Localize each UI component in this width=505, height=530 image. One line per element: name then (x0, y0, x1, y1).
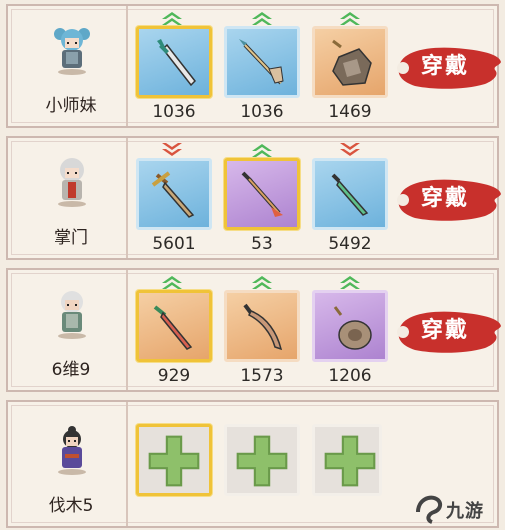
downgrade-arrow-icon (340, 143, 360, 156)
equip-slot[interactable] (136, 158, 212, 230)
equip-slot[interactable] (312, 26, 388, 98)
character-row: 掌门 5601 53 5492 穿戴 (6, 136, 501, 260)
wear-button[interactable]: 穿戴 (395, 172, 503, 226)
character-name: 6维9 (51, 360, 91, 380)
power-value: 1206 (328, 366, 372, 386)
power-value: 1573 (240, 366, 284, 386)
character-name: 伐木5 (48, 496, 94, 516)
sword-icon (157, 39, 196, 87)
character-card[interactable]: 小师妹 (16, 6, 128, 126)
equip-slot[interactable] (136, 26, 212, 98)
character-row: 小师妹 1036 1036 1469 穿戴 (6, 4, 501, 128)
power-value: 1469 (328, 102, 372, 122)
character-card[interactable]: 6维9 (16, 270, 128, 390)
power-value: 5492 (328, 234, 372, 254)
equip-slot[interactable] (312, 158, 388, 230)
power-value: 53 (251, 234, 273, 254)
character-portrait-icon (54, 28, 90, 75)
character-name: 小师妹 (45, 96, 97, 116)
power-value: 929 (157, 366, 191, 386)
character-card[interactable]: 掌门 (16, 138, 128, 258)
character-portrait-icon (58, 158, 86, 207)
upgrade-arrow-icon (340, 12, 360, 25)
plus-icon (148, 435, 200, 487)
sword-icon (331, 173, 369, 216)
character-portrait-icon (58, 291, 86, 339)
ore-pouch-icon (332, 39, 372, 86)
power-value: 1036 (240, 102, 284, 122)
empty-equip-slot[interactable] (136, 424, 212, 496)
character-row: 6维9 929 1573 1206 穿戴 (6, 268, 501, 392)
upgrade-arrow-icon (162, 12, 182, 25)
wear-button-label: 穿戴 (420, 54, 469, 79)
upgrade-arrow-icon (252, 144, 272, 157)
blade-icon (243, 303, 283, 351)
pouch-icon (333, 306, 372, 350)
plus-icon (236, 435, 288, 487)
upgrade-arrow-icon (162, 276, 182, 289)
downgrade-arrow-icon (162, 143, 182, 156)
wear-button[interactable]: 穿戴 (395, 304, 503, 358)
sword-icon (153, 305, 193, 350)
character-portrait-icon (58, 426, 86, 475)
empty-equip-slot[interactable] (224, 424, 300, 496)
character-card[interactable]: 伐木5 (16, 402, 128, 526)
watermark-text: 九游 (446, 501, 484, 522)
upgrade-arrow-icon (340, 276, 360, 289)
equip-slot[interactable] (224, 158, 300, 230)
equip-slot[interactable] (224, 26, 300, 98)
upgrade-arrow-icon (252, 276, 272, 289)
spear-icon (239, 39, 284, 85)
empty-equip-slot[interactable] (312, 424, 382, 496)
spear-icon (241, 171, 283, 217)
sword-icon (151, 171, 195, 218)
equip-slot[interactable] (312, 290, 388, 362)
equip-slot[interactable] (136, 290, 212, 362)
power-value: 1036 (152, 102, 196, 122)
upgrade-arrow-icon (252, 12, 272, 25)
plus-icon (324, 435, 376, 487)
wear-button-label: 穿戴 (420, 186, 469, 211)
wear-button-label: 穿戴 (420, 318, 469, 343)
character-name: 掌门 (54, 228, 88, 248)
wear-button[interactable]: 穿戴 (395, 40, 503, 94)
equip-slot[interactable] (224, 290, 300, 362)
power-value: 5601 (152, 234, 196, 254)
